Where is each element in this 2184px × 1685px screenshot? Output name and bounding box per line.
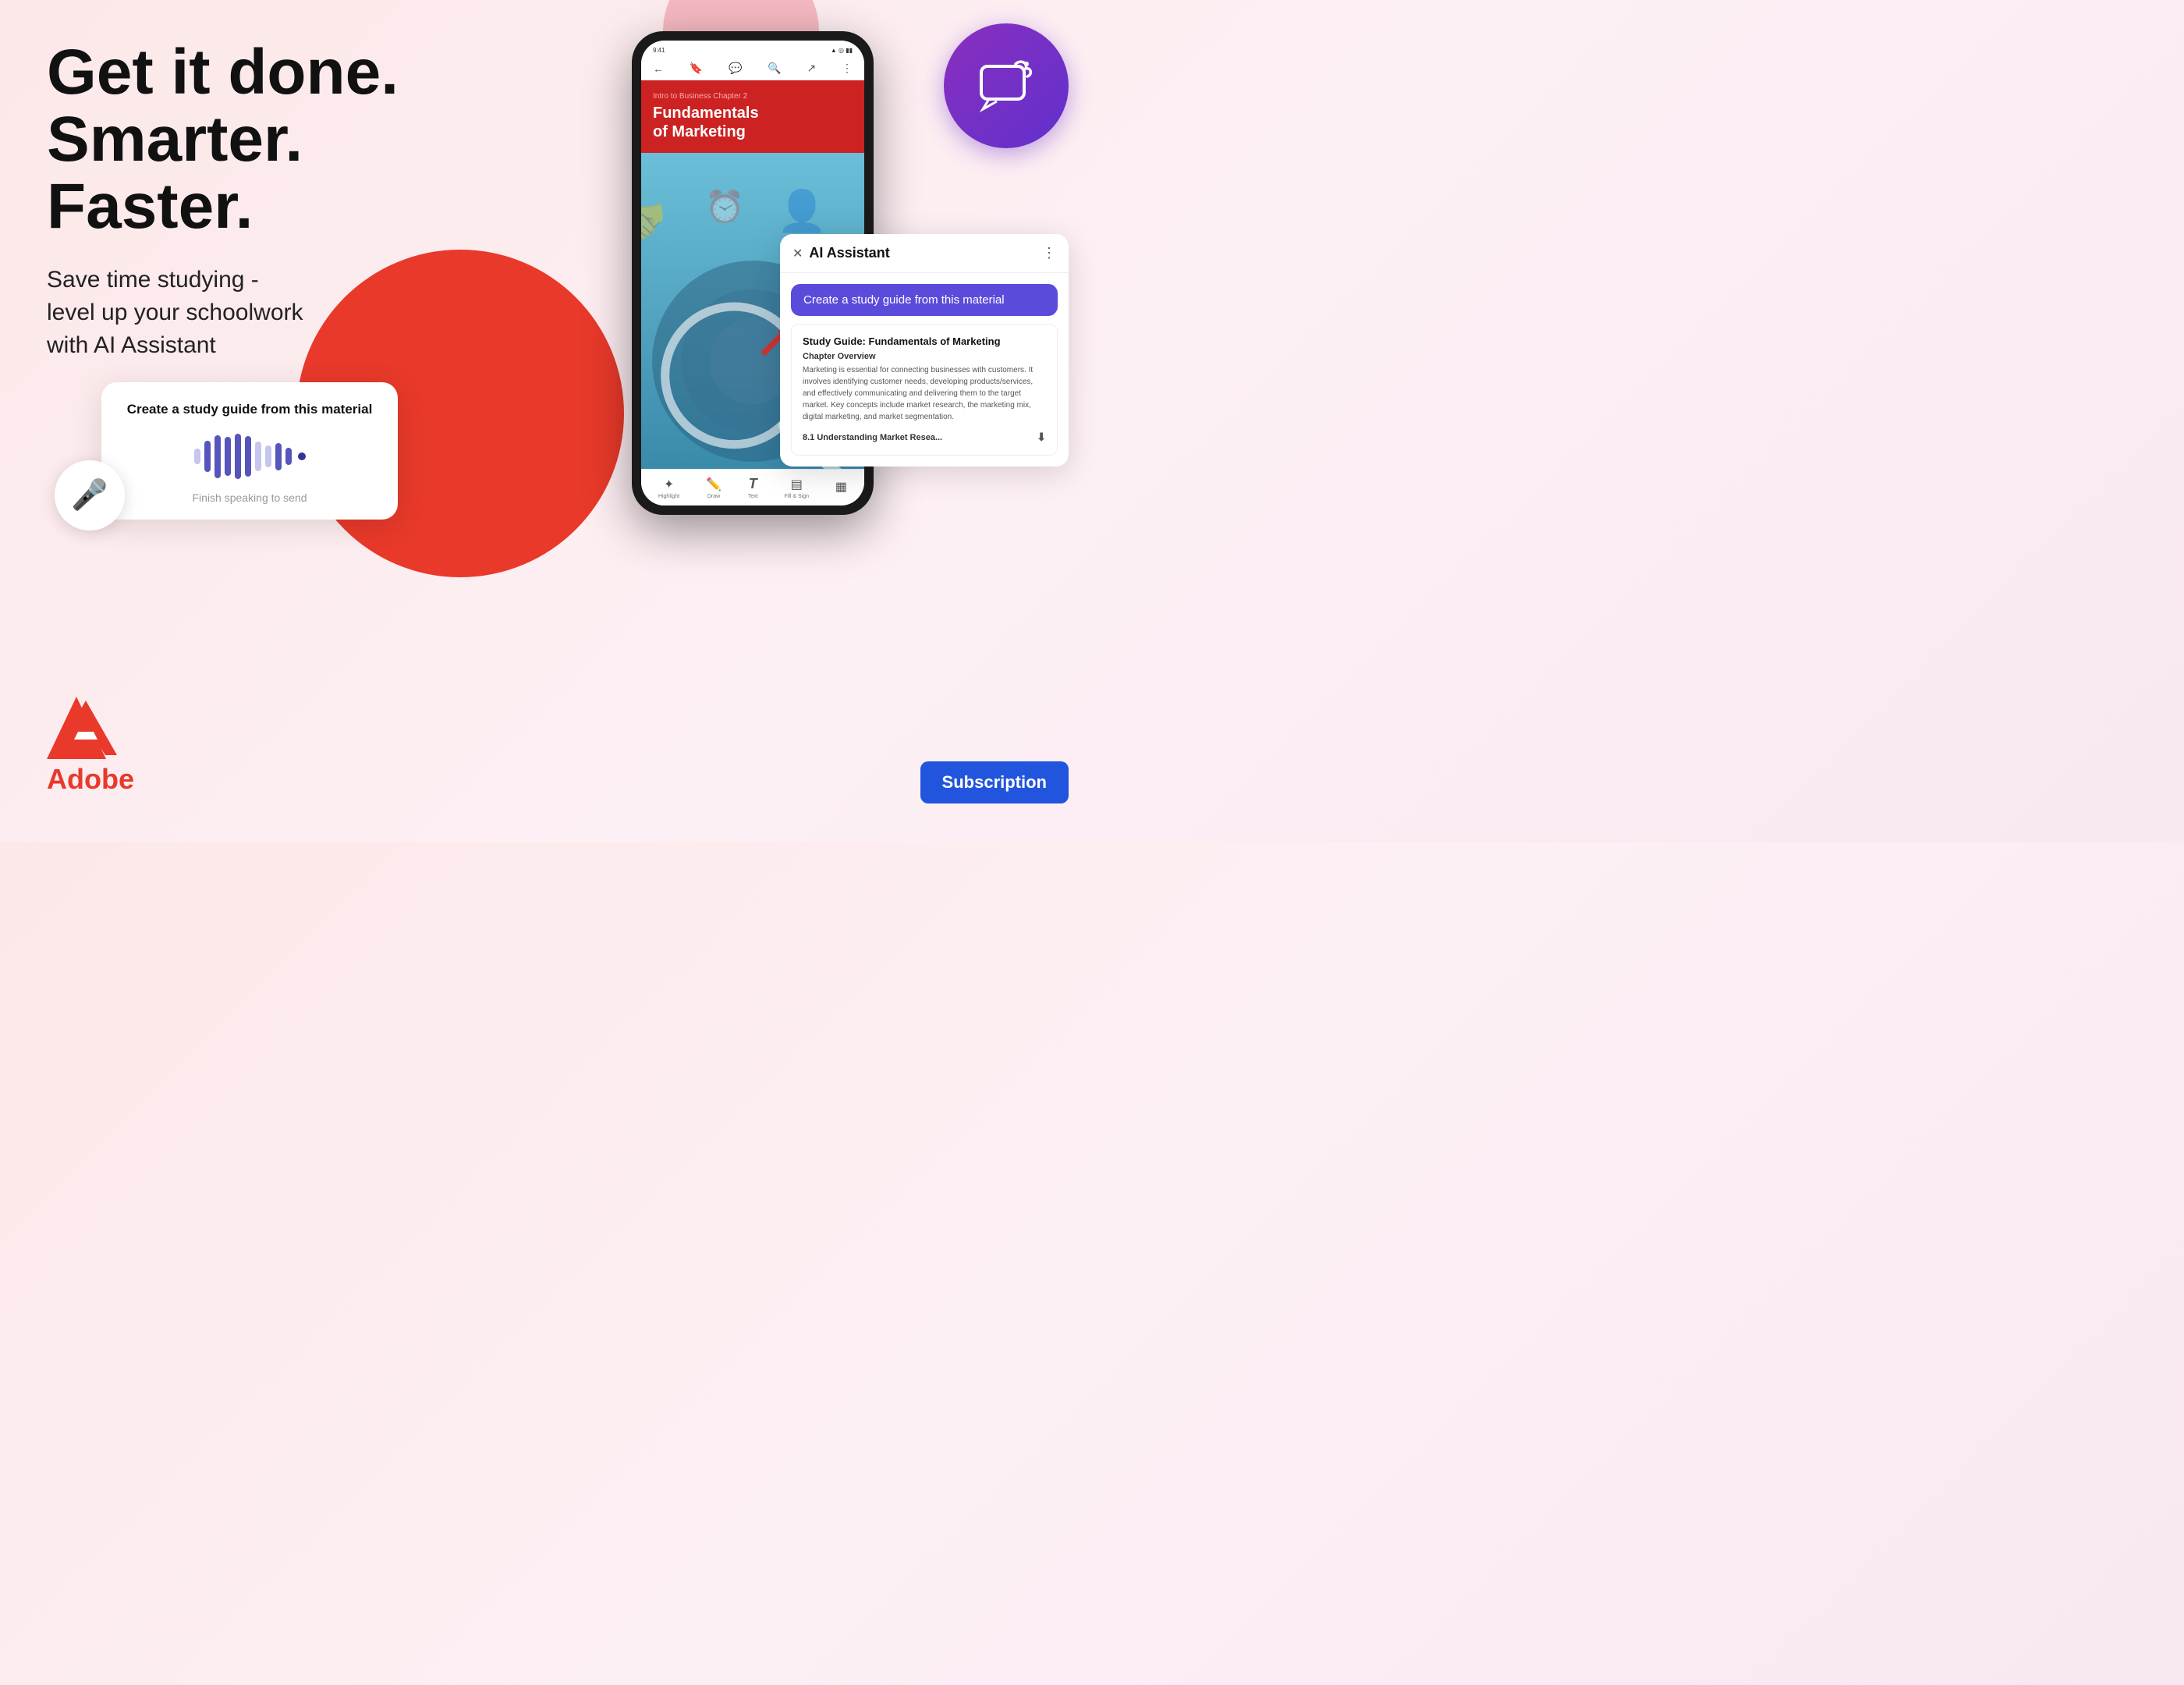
wave-bar-8 [265, 445, 271, 467]
fill-icon: ▤ [791, 477, 803, 492]
wave-bar-2 [204, 441, 211, 472]
audio-waveform [125, 433, 374, 480]
comment-icon[interactable]: 💬 [729, 62, 742, 75]
ai-panel-header: ✕ AI Assistant ⋮ [780, 234, 1069, 273]
text-icon: T [749, 476, 757, 492]
grid-icon: ▦ [835, 479, 847, 495]
ai-header-left: ✕ AI Assistant [792, 245, 890, 261]
ai-assistant-bubble [944, 23, 1069, 148]
adobe-brand-name: Adobe [47, 763, 134, 796]
draw-label: Draw [707, 494, 720, 499]
svg-text:⏰: ⏰ [705, 188, 744, 225]
ai-assistant-panel: ✕ AI Assistant ⋮ Create a study guide fr… [780, 234, 1069, 466]
toolbar-fill[interactable]: ▤ Fill & Sign [785, 477, 810, 499]
svg-text:📊: 📊 [641, 343, 644, 393]
doc-subtitle: Intro to Business Chapter 2 [653, 92, 853, 101]
ai-more-button[interactable]: ⋮ [1042, 245, 1056, 261]
wave-bar-1 [194, 449, 200, 464]
ai-response-card: Study Guide: Fundamentals of Marketing C… [791, 324, 1058, 456]
adobe-svg-icon [47, 697, 125, 759]
doc-title: Fundamentals of Marketing [653, 104, 853, 141]
highlight-label: Highlight [658, 494, 679, 499]
wave-bar-9 [275, 443, 282, 470]
wave-bar-10 [285, 448, 292, 465]
subscription-badge[interactable]: Subscription [920, 761, 1069, 803]
toolbar-text[interactable]: T Text [748, 476, 758, 499]
fill-label: Fill & Sign [785, 494, 810, 499]
draw-icon: ✏️ [706, 477, 722, 492]
main-headline: Get it done. Smarter. Faster. [47, 39, 515, 240]
search-icon[interactable]: 🔍 [768, 62, 781, 75]
mic-icon: 🎤 [71, 478, 108, 513]
ai-response-link[interactable]: 8.1 Understanding Market Resea... ⬇ [803, 431, 1046, 444]
voice-card-title: Create a study guide from this material [125, 402, 374, 417]
svg-text:👤: 👤 [777, 188, 827, 234]
share-icon[interactable]: ↗ [807, 62, 816, 75]
adobe-logo: Adobe [47, 697, 134, 796]
wave-bar-7 [255, 442, 261, 471]
svg-text:🤝: 🤝 [641, 193, 668, 250]
phone-toolbar: ✦ Highlight ✏️ Draw T Text ▤ Fill & Sign… [641, 469, 864, 506]
ai-response-title: Study Guide: Fundamentals of Marketing [803, 335, 1046, 347]
wave-bar-3 [214, 435, 221, 478]
text-label: Text [748, 494, 758, 499]
wave-bar-5 [235, 434, 241, 479]
phone-status-bar: 9:41 ▲ ◎ ▮▮ [641, 41, 864, 57]
link-arrow-icon: ⬇ [1037, 431, 1046, 444]
back-icon[interactable]: ← [653, 62, 664, 75]
toolbar-highlight[interactable]: ✦ Highlight [658, 477, 679, 499]
more-icon[interactable]: ⋮ [842, 62, 853, 75]
ai-response-body: Marketing is essential for connecting bu… [803, 364, 1046, 423]
toolbar-more-grid[interactable]: ▦ [835, 479, 847, 496]
bookmark-icon[interactable]: 🔖 [690, 62, 703, 75]
phone-doc-header: Intro to Business Chapter 2 Fundamentals… [641, 80, 864, 153]
voice-hint-text: Finish speaking to send [125, 491, 374, 504]
left-content-area: Get it done. Smarter. Faster. Save time … [47, 39, 515, 409]
subtitle-text: Save time studying - level up your schoo… [47, 264, 515, 362]
wave-bar-6 [245, 436, 251, 477]
ai-panel-title: AI Assistant [809, 245, 889, 261]
ai-response-section: Chapter Overview [803, 352, 1046, 361]
voice-input-card: Create a study guide from this material … [101, 382, 398, 520]
phone-nav-bar: ← 🔖 💬 🔍 ↗ ⋮ [641, 57, 864, 80]
ai-close-button[interactable]: ✕ [792, 246, 803, 261]
toolbar-draw[interactable]: ✏️ Draw [706, 477, 722, 499]
wave-dot [298, 452, 306, 460]
ai-user-message: Create a study guide from this material [791, 284, 1058, 316]
mic-button[interactable]: 🎤 [55, 460, 125, 530]
wave-bar-4 [225, 437, 231, 476]
highlight-icon: ✦ [664, 477, 674, 492]
